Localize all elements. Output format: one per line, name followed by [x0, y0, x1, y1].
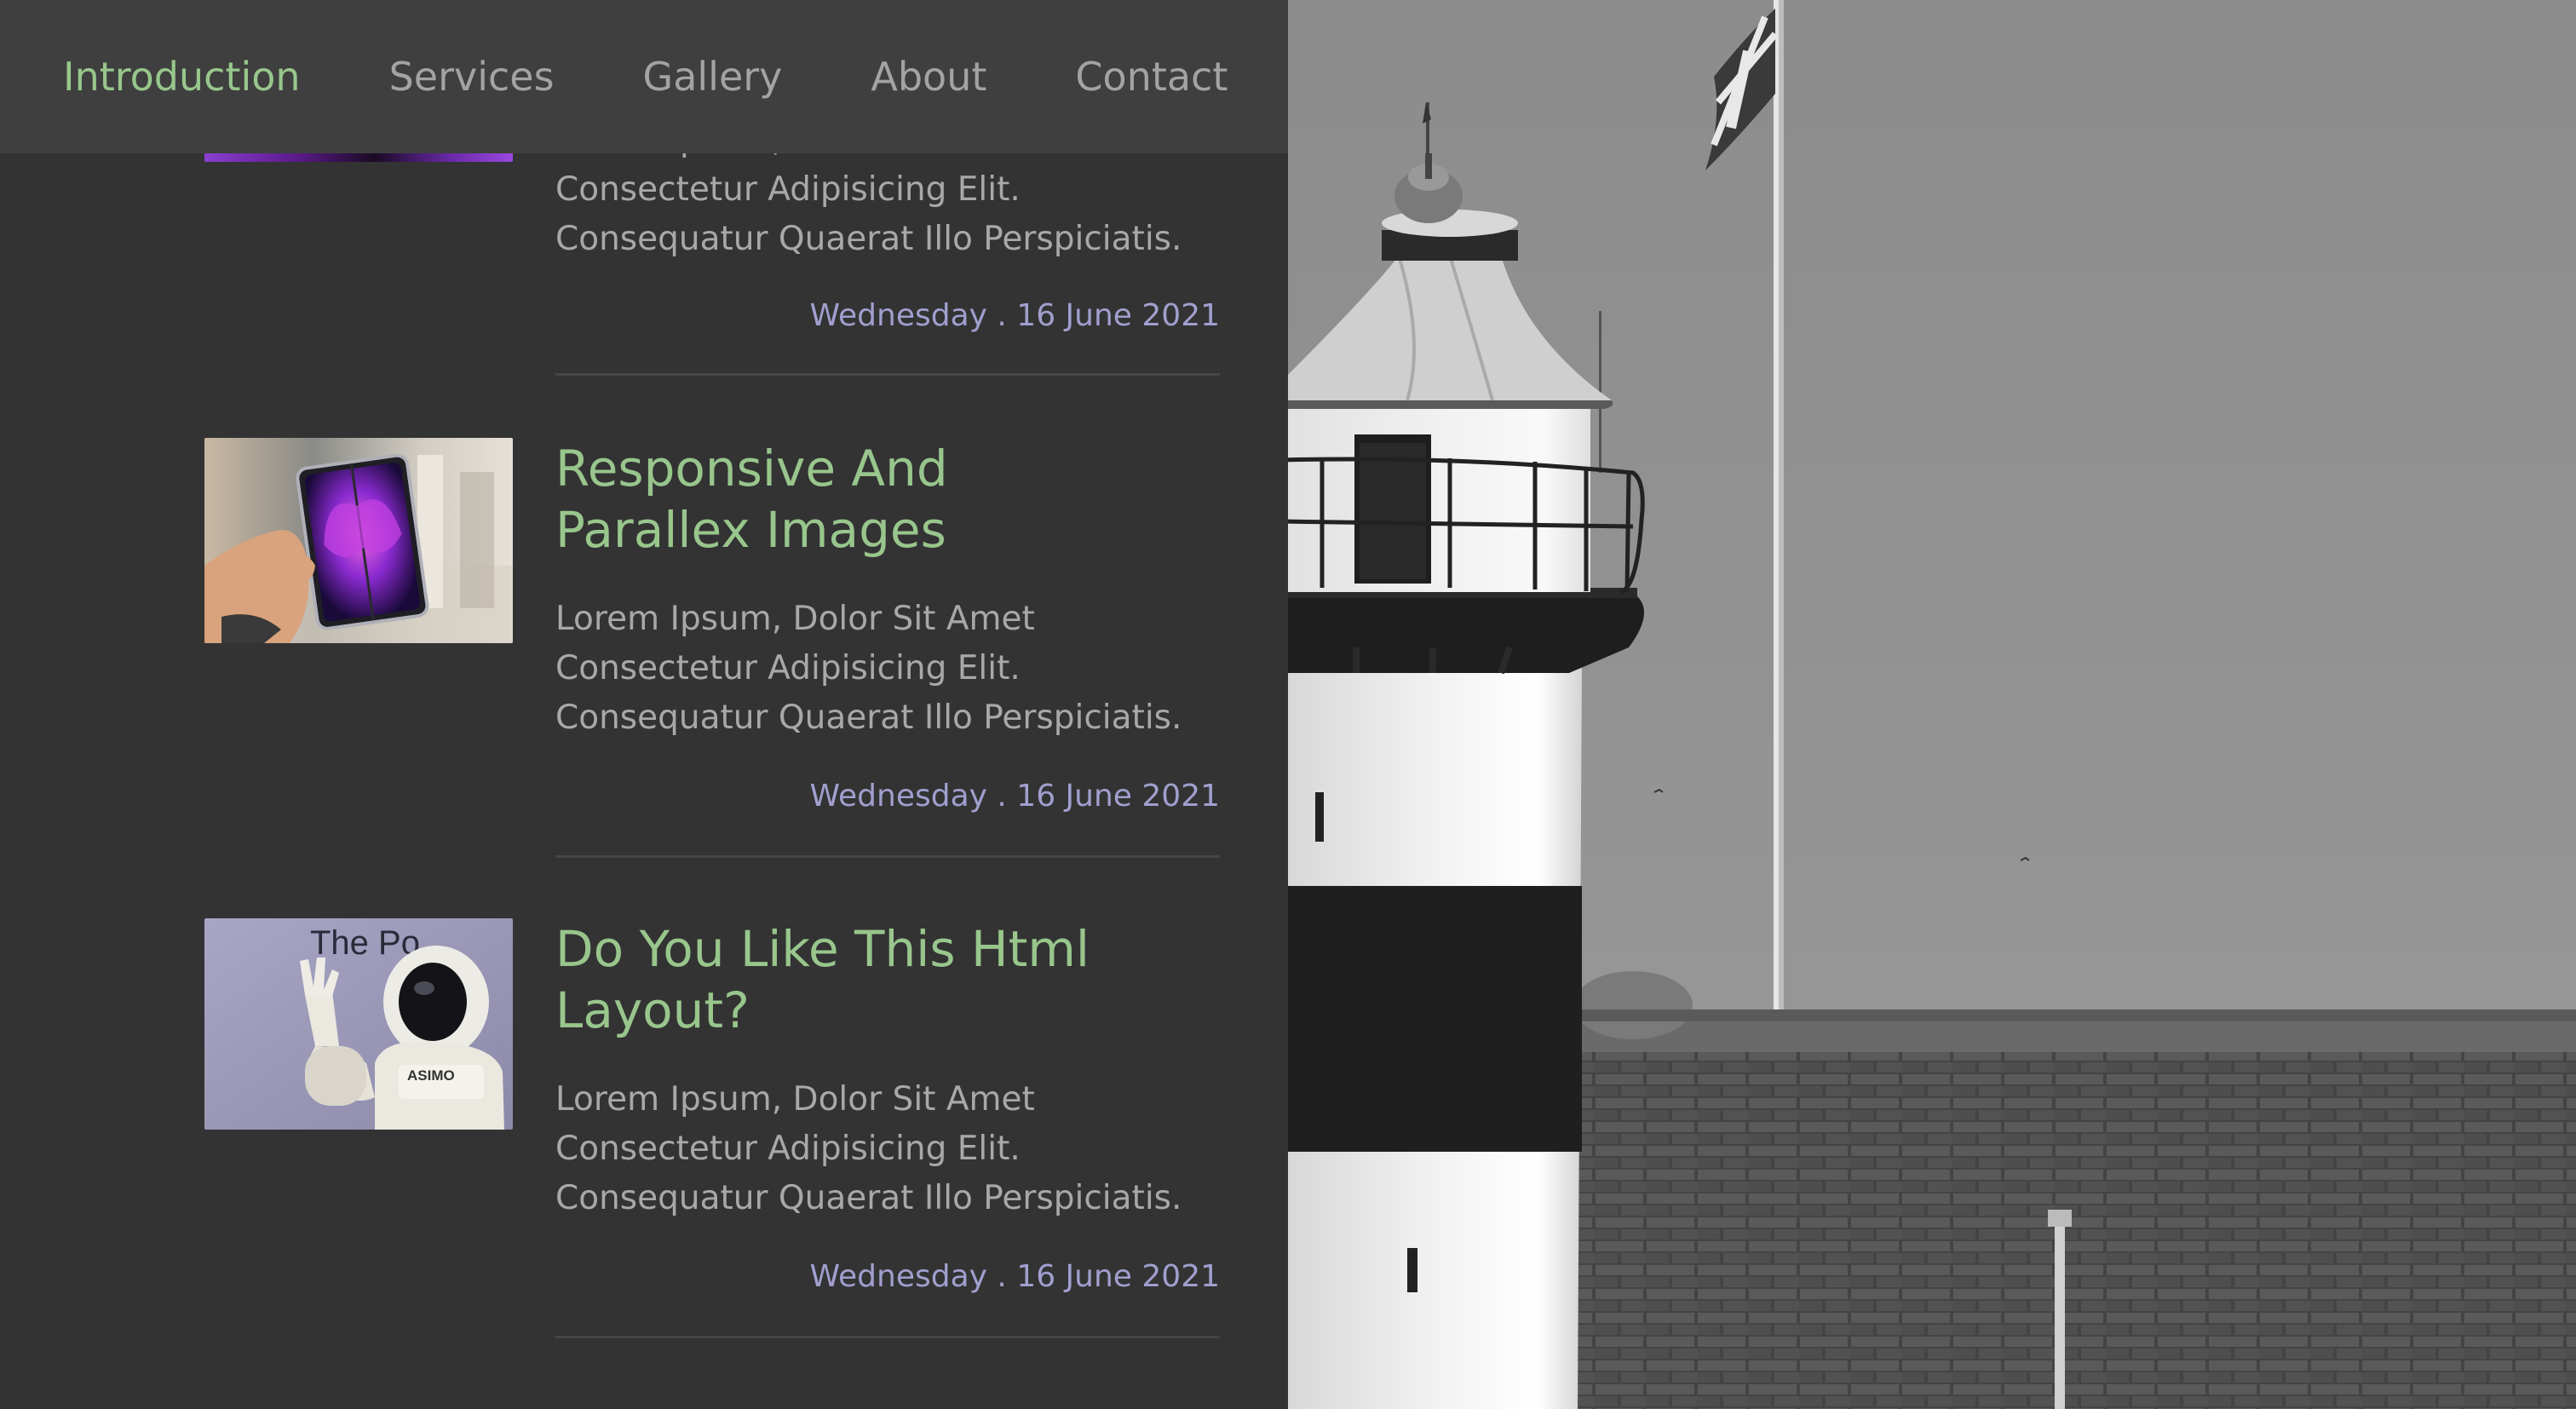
- post-excerpt-line: Lorem Ipsum, Dolor Sit Amet: [555, 1080, 1035, 1119]
- post-title-line: Layout?: [555, 981, 750, 1039]
- post-date: Wednesday . 16 June 2021: [809, 1259, 1220, 1294]
- post-item: The Po ASIMO Do You Like This Html Layou…: [0, 0, 1288, 1354]
- nav-link-services[interactable]: Services: [389, 54, 555, 100]
- page: Lorem Ipsum, Dolor Sit Amet Consectetur …: [0, 0, 2576, 1409]
- post-excerpt-line: Consectetur Adipisicing Elit.: [555, 1130, 1021, 1168]
- main-nav: Introduction Services Gallery About Cont…: [0, 0, 1288, 153]
- robot-label-text: ASIMO: [407, 1067, 455, 1084]
- post-thumbnail[interactable]: The Po ASIMO: [204, 918, 513, 1130]
- nav-link-gallery[interactable]: Gallery: [643, 54, 783, 100]
- nav-link-introduction[interactable]: Introduction: [63, 54, 301, 100]
- post-title[interactable]: Do You Like This Html Layout?: [555, 918, 1220, 1041]
- post-title-line: Do You Like This Html: [555, 920, 1090, 978]
- post-excerpt: Lorem Ipsum, Dolor Sit Amet Consectetur …: [555, 1075, 1220, 1223]
- hero-image-panel: [1288, 0, 2576, 1409]
- post-excerpt-line: Consequatur Quaerat Illo Perspiciatis.: [555, 1179, 1182, 1217]
- content-panel[interactable]: Lorem Ipsum, Dolor Sit Amet Consectetur …: [0, 0, 1288, 1409]
- lighthouse-flag-photo: [1288, 0, 2576, 1409]
- asimo-robot-image: The Po ASIMO: [204, 918, 513, 1130]
- image-headline-text: The Po: [310, 924, 420, 962]
- post-feed[interactable]: Lorem Ipsum, Dolor Sit Amet Consectetur …: [0, 0, 1288, 1409]
- post-divider: [555, 1336, 1220, 1338]
- nav-link-contact[interactable]: Contact: [1075, 54, 1228, 100]
- nav-link-about[interactable]: About: [871, 54, 986, 100]
